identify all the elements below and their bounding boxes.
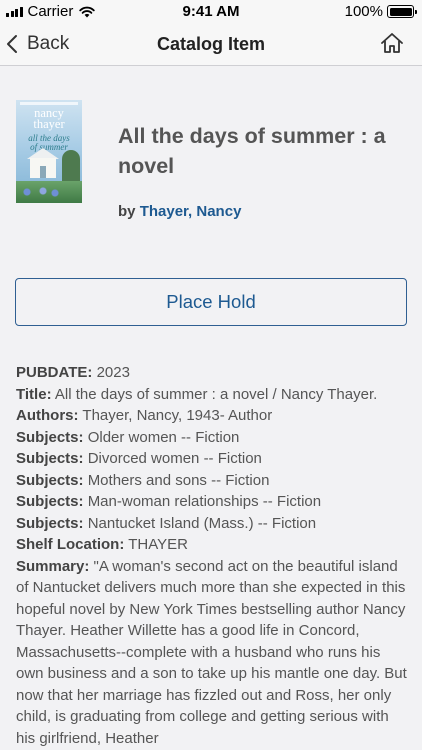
detail-label: Shelf Location:: [16, 536, 125, 553]
by-prefix: by: [118, 203, 136, 220]
detail-value: THAYER: [128, 536, 188, 553]
detail-row-subject: Subjects: Man-woman relationships -- Fic…: [16, 491, 411, 513]
detail-label: Subjects:: [16, 450, 84, 467]
detail-label: Subjects:: [16, 493, 84, 510]
detail-row-authors: Authors: Thayer, Nancy, 1943- Author: [16, 405, 411, 427]
battery-percent: 100%: [344, 3, 383, 20]
author-link[interactable]: Thayer, Nancy: [140, 203, 242, 220]
cover-author-line2: thayer: [33, 117, 65, 131]
home-icon: [381, 33, 403, 53]
detail-value: All the days of summer : a novel / Nancy…: [54, 385, 378, 403]
detail-value: Nantucket Island (Mass.) -- Fiction: [87, 514, 317, 532]
detail-row-summary: Summary: "A woman's second act on the be…: [16, 556, 411, 750]
item-details: PUBDATE: 2023 Title: All the days of sum…: [16, 362, 411, 749]
detail-row-pubdate: PUBDATE: 2023: [16, 362, 411, 384]
battery-fill: [389, 7, 412, 16]
detail-label: Title:: [16, 385, 52, 403]
status-bar: Carrier 9:41 AM 100%: [0, 0, 422, 22]
item-title: All the days of summer : a novel: [118, 124, 386, 178]
detail-value: Man-woman relationships -- Fiction: [87, 493, 322, 510]
back-label: Back: [27, 33, 70, 54]
detail-label: Authors:: [16, 407, 79, 424]
detail-value: 2023: [96, 364, 130, 381]
battery-icon: [387, 5, 417, 18]
cover-author: nancy thayer: [16, 107, 82, 131]
detail-label: Subjects:: [16, 428, 84, 446]
detail-value: Older women -- Fiction: [87, 428, 240, 446]
detail-value: Mothers and sons -- Fiction: [87, 471, 270, 489]
home-button[interactable]: [380, 32, 404, 59]
detail-label: PUBDATE:: [16, 364, 93, 381]
nav-bar: Catalog Item Back: [0, 22, 422, 66]
detail-value: Divorced women -- Fiction: [87, 450, 262, 467]
detail-label: Summary:: [16, 557, 90, 575]
place-hold-button[interactable]: Place Hold: [15, 278, 407, 326]
detail-row-subject: Subjects: Older women -- Fiction: [16, 427, 411, 449]
detail-value: "A woman's second act on the beautiful i…: [16, 557, 407, 747]
chevron-left-icon: [7, 35, 17, 53]
detail-row-subject: Subjects: Divorced women -- Fiction: [16, 448, 411, 470]
book-cover-image: nancy thayer all the days of summer: [16, 100, 82, 203]
detail-row-title: Title: All the days of summer : a novel …: [16, 384, 411, 406]
status-right: 100%: [344, 3, 417, 20]
detail-row-shelf-location: Shelf Location: THAYER: [16, 534, 411, 556]
detail-row-subject: Subjects: Nantucket Island (Mass.) -- Fi…: [16, 513, 411, 535]
detail-label: Subjects:: [16, 471, 84, 489]
detail-value: Thayer, Nancy, 1943- Author: [82, 407, 273, 424]
back-button[interactable]: Back: [6, 22, 69, 66]
detail-label: Subjects:: [16, 514, 84, 532]
detail-row-subject: Subjects: Mothers and sons -- Fiction: [16, 470, 411, 492]
author-line: by Thayer, Nancy: [118, 203, 241, 220]
